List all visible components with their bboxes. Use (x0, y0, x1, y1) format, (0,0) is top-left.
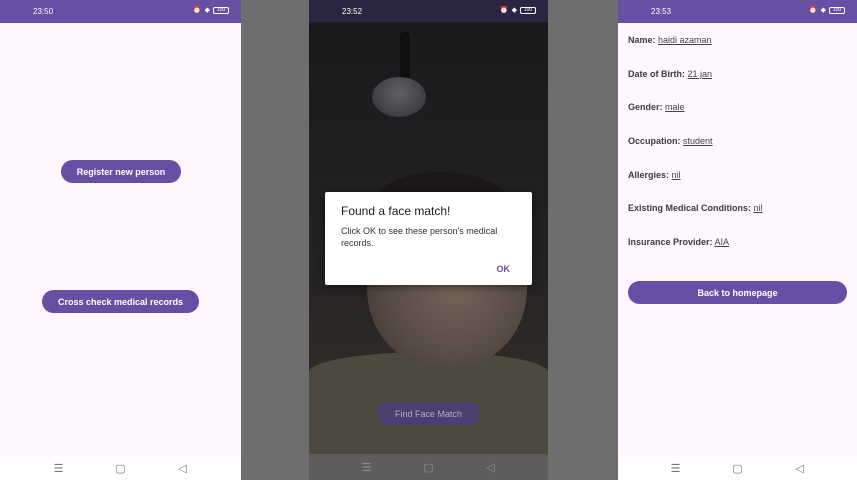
gap-right (548, 0, 618, 480)
signal-icon: ◆ (820, 7, 826, 14)
find-face-match-button[interactable]: Find Face Match (377, 402, 480, 425)
field-label: Name: (628, 35, 656, 45)
dialog-title: Found a face match! (341, 204, 451, 218)
field-value: nil (753, 203, 763, 213)
status-icons: ⏰ ◆ 100 (809, 6, 845, 15)
status-icons: ⏰ ◆ 100 (193, 6, 229, 15)
field-label: Date of Birth: (628, 69, 685, 79)
recents-icon[interactable]: ☰ (669, 462, 683, 475)
field-value: student (683, 136, 713, 146)
field-gender: Gender: male (628, 102, 685, 112)
back-icon[interactable]: ◁ (793, 462, 807, 475)
back-to-homepage-button[interactable]: Back to homepage (628, 281, 847, 304)
field-existing-conditions: Existing Medical Conditions: nil (628, 203, 763, 213)
field-name: Name: haidi azaman (628, 35, 712, 45)
home-icon[interactable]: ▢ (422, 461, 436, 474)
back-icon[interactable]: ◁ (176, 462, 190, 475)
field-label: Occupation: (628, 136, 681, 146)
status-icons: ⏰ ◆ 100 (500, 6, 536, 15)
medical-record-screen: 23:53 ⏰ ◆ 100 Name: haidi azaman Date of… (618, 0, 857, 480)
register-new-person-button[interactable]: Register new person (61, 160, 181, 183)
gap-left (241, 0, 309, 480)
field-label: Existing Medical Conditions: (628, 203, 752, 213)
battery-icon: 100 (520, 7, 536, 14)
status-bar: 23:50 ⏰ ◆ 100 (0, 0, 241, 23)
cross-check-records-button[interactable]: Cross check medical records (42, 290, 199, 313)
nav-bar: ☰ ▢ ◁ (309, 454, 548, 480)
status-bar: 23:53 ⏰ ◆ 100 (618, 0, 857, 23)
status-time: 23:52 (342, 7, 363, 16)
field-value: haidi azaman (658, 35, 712, 45)
field-value: AIA (714, 237, 730, 247)
field-value: nil (671, 170, 681, 180)
field-allergies: Allergies: nil (628, 170, 681, 180)
field-value: male (665, 102, 685, 112)
alarm-icon: ⏰ (192, 7, 202, 14)
recents-icon[interactable]: ☰ (52, 462, 66, 475)
face-match-dialog: Found a face match! Click OK to see thes… (325, 192, 532, 285)
status-bar: 23:52 ⏰ ◆ 100 (309, 0, 548, 22)
field-label: Insurance Provider: (628, 237, 713, 247)
signal-icon: ◆ (204, 7, 210, 14)
home-icon[interactable]: ▢ (731, 462, 745, 475)
field-label: Allergies: (628, 170, 670, 180)
battery-icon: 100 (213, 7, 229, 14)
field-date-of-birth: Date of Birth: 21 jan (628, 69, 712, 79)
dialog-ok-button[interactable]: OK (497, 264, 511, 274)
signal-icon: ◆ (511, 7, 517, 14)
home-screen: 23:50 ⏰ ◆ 100 Register new person Cross … (0, 0, 241, 480)
back-icon[interactable]: ◁ (484, 461, 498, 474)
field-occupation: Occupation: student (628, 136, 713, 146)
field-label: Gender: (628, 102, 663, 112)
status-time: 23:50 (33, 7, 54, 16)
face-match-screen: 23:52 ⏰ ◆ 100 Find Face Match Found a fa… (309, 0, 548, 480)
field-value: 21 jan (687, 69, 713, 79)
home-icon[interactable]: ▢ (114, 462, 128, 475)
field-insurance-provider: Insurance Provider: AIA (628, 237, 729, 247)
dialog-message: Click OK to see these person's medical r… (341, 226, 498, 248)
nav-bar: ☰ ▢ ◁ (618, 456, 857, 480)
screenshot-canvas: 23:50 ⏰ ◆ 100 Register new person Cross … (0, 0, 857, 480)
status-time: 23:53 (651, 7, 672, 16)
alarm-icon: ⏰ (808, 7, 818, 14)
nav-bar: ☰ ▢ ◁ (0, 456, 241, 480)
battery-icon: 100 (829, 7, 845, 14)
alarm-icon: ⏰ (499, 7, 509, 14)
recents-icon[interactable]: ☰ (360, 461, 374, 474)
